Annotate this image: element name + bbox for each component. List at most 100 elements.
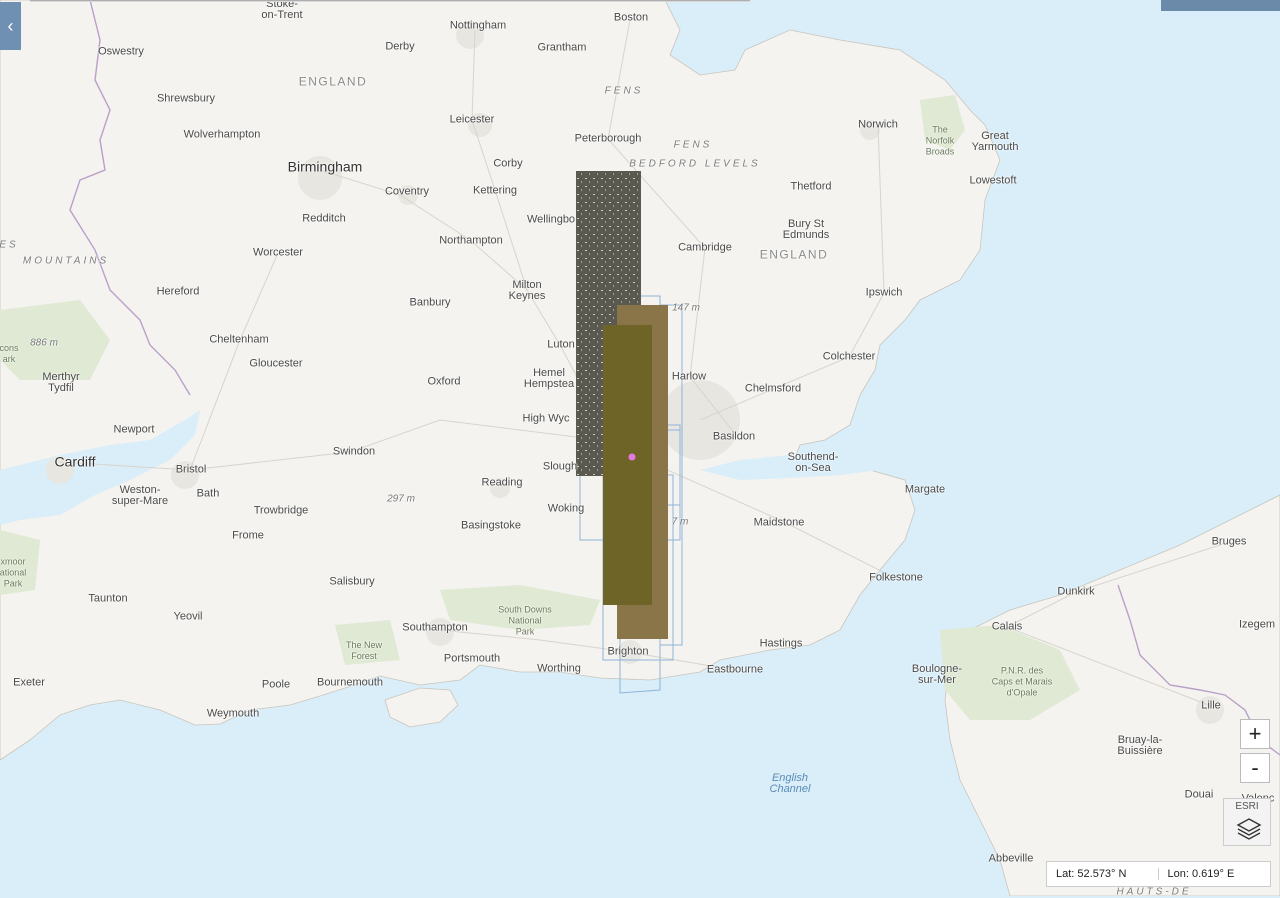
zoom-in-button[interactable]: + bbox=[1240, 719, 1270, 749]
coordinate-readout: Lat: 52.573° N Lon: 0.619° E bbox=[1046, 861, 1271, 887]
place-label: Woking bbox=[547, 502, 585, 515]
place-label: Boston bbox=[613, 11, 649, 24]
place-label: Margate bbox=[904, 483, 946, 496]
place-label: Birmingham bbox=[287, 158, 363, 175]
place-label: Wellingbo bbox=[526, 213, 576, 226]
place-label: Weymouth bbox=[206, 707, 260, 720]
place-label: Eastbourne bbox=[706, 663, 764, 676]
place-label: Northampton bbox=[439, 234, 503, 247]
place-label: Hereford bbox=[156, 285, 200, 298]
place-label: Great Yarmouth bbox=[971, 130, 1019, 153]
elevation-label: 886 m bbox=[30, 337, 58, 349]
place-label: Brighton bbox=[607, 645, 649, 658]
place-label: Peterborough bbox=[574, 132, 642, 145]
place-label: Worcester bbox=[253, 246, 303, 259]
place-label: Yeovil bbox=[173, 610, 203, 623]
place-label: Oxford bbox=[427, 375, 461, 388]
place-label: Taunton bbox=[88, 592, 128, 605]
place-label: Maidstone bbox=[753, 516, 805, 529]
park-label: The New Forest bbox=[345, 640, 383, 661]
place-label: Frome bbox=[232, 529, 264, 542]
place-label: Southampton bbox=[402, 621, 468, 634]
place-label: Boulogne-sur-Mer bbox=[911, 663, 963, 686]
park-label: P.N.R. des Caps et Marais d'Opale bbox=[991, 665, 1053, 698]
place-label: Colchester bbox=[822, 350, 876, 363]
place-label: Calais bbox=[991, 620, 1023, 633]
region-label: ES bbox=[0, 239, 19, 251]
place-label: Slough bbox=[542, 460, 578, 473]
latitude-readout: Lat: 52.573° N bbox=[1047, 868, 1159, 880]
place-label: Redditch bbox=[302, 212, 346, 225]
place-label: Folkestone bbox=[869, 571, 923, 584]
place-label: Weston-super-Mare bbox=[111, 484, 169, 507]
place-label: Merthyr Tydfil bbox=[42, 371, 80, 394]
longitude-readout: Lon: 0.619° E bbox=[1167, 868, 1235, 880]
place-label: Leicester bbox=[449, 113, 495, 126]
place-label: Swindon bbox=[332, 445, 376, 458]
basemap-toggle-button[interactable]: ESRI bbox=[1223, 798, 1271, 846]
place-label: Exeter bbox=[13, 676, 45, 689]
chevron-left-icon: ‹ bbox=[7, 15, 14, 36]
place-label: Bury St Edmunds bbox=[782, 218, 830, 241]
place-label: Milton Keynes bbox=[508, 279, 546, 302]
place-label: Bournemouth bbox=[316, 676, 384, 689]
place-label: Chelmsford bbox=[744, 382, 802, 395]
place-label: Izegem bbox=[1238, 618, 1276, 631]
elevation-label: 7 m bbox=[671, 516, 689, 528]
park-label: cons ark bbox=[0, 343, 19, 364]
place-label: Bruay-la- Buissière bbox=[1117, 734, 1163, 757]
place-label: Hastings bbox=[759, 637, 803, 650]
basemap-label: ESRI bbox=[1235, 801, 1259, 812]
place-label: Cheltenham bbox=[209, 333, 269, 346]
place-label: Bruges bbox=[1211, 535, 1247, 548]
place-label: Lille bbox=[1201, 699, 1221, 712]
place-label: Corby bbox=[493, 157, 523, 170]
place-label: Douai bbox=[1184, 788, 1214, 801]
place-label: High Wyc bbox=[522, 412, 570, 425]
zoom-out-button[interactable]: - bbox=[1240, 753, 1270, 783]
place-label: Nottingham bbox=[449, 19, 507, 32]
place-label: Hemel Hempstea bbox=[523, 367, 575, 390]
elevation-label: 297 m bbox=[387, 493, 415, 505]
sea-label: English Channel bbox=[769, 772, 811, 795]
place-label: Kettering bbox=[472, 184, 518, 197]
place-label: Wolverhampton bbox=[183, 128, 261, 141]
region-label: MOUNTAINS bbox=[22, 255, 110, 267]
place-label: Cardiff bbox=[54, 453, 96, 470]
place-label: Basildon bbox=[712, 430, 756, 443]
place-label: Southend-on-Sea bbox=[787, 451, 839, 474]
park-label: xmoor ational Park bbox=[0, 556, 27, 589]
top-right-panel-edge bbox=[1161, 0, 1280, 11]
place-label: Grantham bbox=[537, 41, 587, 54]
collapse-panel-button[interactable]: ‹ bbox=[0, 2, 21, 50]
park-label: The Norfolk Broads bbox=[925, 124, 955, 157]
place-label: Gloucester bbox=[249, 357, 303, 370]
place-label: Basingstoke bbox=[461, 519, 521, 532]
place-label: Bath bbox=[196, 487, 220, 500]
place-label: Thetford bbox=[790, 180, 832, 193]
location-marker bbox=[628, 453, 636, 461]
region-label: FENS bbox=[604, 85, 644, 97]
elevation-label: 147 m bbox=[672, 302, 700, 314]
place-label: Lowestoft bbox=[969, 174, 1017, 187]
place-label: Banbury bbox=[409, 296, 451, 309]
region-label: ENGLAND bbox=[298, 74, 368, 89]
place-label: Oswestry bbox=[98, 45, 144, 58]
place-label: Abbeville bbox=[988, 852, 1034, 865]
place-label: Poole bbox=[261, 678, 291, 691]
place-label: Derby bbox=[385, 40, 415, 53]
region-label: BEDFORD LEVELS bbox=[629, 158, 761, 170]
place-label: Coventry bbox=[384, 185, 430, 198]
map-view[interactable]: Stoke-on-Trent Nottingham Boston Oswestry De… bbox=[0, 0, 1280, 898]
place-label: Newport bbox=[113, 423, 155, 436]
park-label: South Downs National Park bbox=[498, 604, 552, 637]
place-label: Bristol bbox=[175, 463, 207, 476]
layers-icon bbox=[1236, 818, 1262, 840]
place-label: Stoke-on-Trent bbox=[261, 0, 303, 21]
place-label: Dunkirk bbox=[1057, 585, 1095, 598]
place-label: Harlow bbox=[671, 370, 707, 383]
place-label: Norwich bbox=[858, 118, 898, 131]
place-label: Reading bbox=[481, 476, 523, 489]
place-label: Shrewsbury bbox=[156, 92, 216, 105]
place-label: Trowbridge bbox=[253, 504, 309, 517]
